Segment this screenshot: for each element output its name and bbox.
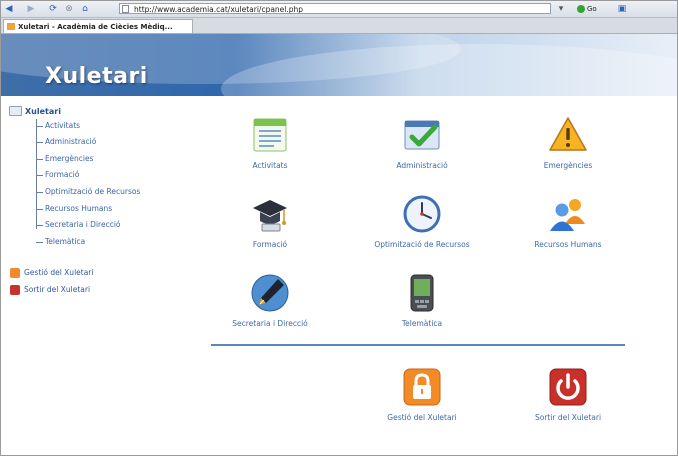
address-bar[interactable]: http://www.academia.cat/xuletari/cpanel.…: [119, 3, 551, 14]
sidebar-item-activitats[interactable]: Activitats: [36, 120, 80, 131]
tab-strip: Xuletari - Acadèmia de Ciècies Mèdiq...: [1, 18, 677, 34]
exit-button[interactable]: Sortir del Xuletari: [503, 367, 633, 422]
grid-label: Emergències: [543, 161, 593, 170]
sidebar-exit-link[interactable]: Sortir del Xuletari: [10, 283, 90, 297]
grid-label: Optimització de Recursos: [374, 240, 470, 249]
sidebar-item-recursos-humans[interactable]: Recursos Humans: [36, 203, 112, 214]
sidebar-item-emergencies[interactable]: Emergències: [36, 153, 93, 164]
page-icon: [122, 5, 129, 13]
site-title: Xuletari: [45, 64, 148, 89]
grid-label: Telemàtica: [401, 319, 443, 328]
users-group-icon: [548, 194, 588, 234]
padlock-icon: [402, 367, 442, 407]
tab-title: Xuletari - Acadèmia de Ciècies Mèdiq...: [18, 23, 173, 31]
sidebar-item-formacio[interactable]: Formació: [36, 169, 79, 180]
browser-window: ◀ ▶ ⟳ ⊗ ⌂ http://www.academia.cat/xuleta…: [0, 0, 678, 456]
padlock-icon: [10, 268, 20, 278]
browser-tab[interactable]: Xuletari - Acadèmia de Ciècies Mèdiq...: [3, 19, 193, 33]
grid-item-secretaria[interactable]: Secretaria i Direcció: [205, 273, 335, 328]
grid-item-optimitzacio[interactable]: Optimització de Recursos: [357, 194, 487, 249]
favicon-icon: [7, 23, 15, 30]
grid-item-administracio[interactable]: Administració: [357, 115, 487, 170]
grid-label: Formació: [252, 240, 288, 249]
power-icon: [548, 367, 588, 407]
sidebar-item-administracio[interactable]: Administració: [36, 136, 96, 147]
grid-label: Activitats: [252, 161, 288, 170]
browser-toolbar: ◀ ▶ ⟳ ⊗ ⌂ http://www.academia.cat/xuleta…: [1, 1, 677, 18]
sidebar-exit-label: Sortir del Xuletari: [24, 285, 91, 294]
sidebar-item-telematica[interactable]: Telemàtica: [36, 236, 85, 247]
grid-item-telematica[interactable]: Telemàtica: [357, 273, 487, 328]
dropdown-arrow-icon[interactable]: ▾: [555, 3, 567, 15]
back-icon[interactable]: ◀: [3, 3, 15, 15]
go-button[interactable]: Go: [577, 3, 603, 15]
sidebar-item-secretaria[interactable]: Secretaria i Direcció: [36, 219, 121, 230]
graduation-hat-icon: [250, 194, 290, 234]
power-icon: [10, 285, 20, 295]
grid-item-emergencies[interactable]: Emergències: [503, 115, 633, 170]
forward-icon[interactable]: ▶: [25, 3, 37, 15]
exit-label: Sortir del Xuletari: [534, 413, 602, 422]
section-divider: [211, 344, 625, 346]
header-banner: Xuletari: [1, 34, 677, 96]
grid-item-activitats[interactable]: Activitats: [205, 115, 335, 170]
search-engine-icon[interactable]: ▣: [615, 3, 629, 15]
fountain-pen-icon: [250, 273, 290, 313]
sidebar-manage-label: Gestió del Xuletari: [24, 268, 94, 277]
tree-root[interactable]: Xuletari: [9, 105, 61, 119]
address-text: http://www.academia.cat/xuletari/cpanel.…: [134, 5, 304, 14]
clock-icon: [402, 194, 442, 234]
grid-label: Administració: [396, 161, 448, 170]
sidebar-item-optimitzacio[interactable]: Optimització de Recursos: [36, 186, 140, 197]
pda-device-icon: [402, 273, 442, 313]
grid-item-recursos-humans[interactable]: Recursos Humans: [503, 194, 633, 249]
folder-icon: [9, 106, 22, 116]
checkmark-window-icon: [402, 115, 442, 155]
manage-button[interactable]: Gestió del Xuletari: [357, 367, 487, 422]
tree-root-label: Xuletari: [25, 107, 61, 116]
document-list-icon: [250, 115, 290, 155]
grid-label: Secretaria i Direcció: [232, 319, 308, 328]
reload-icon[interactable]: ⟳: [47, 3, 59, 15]
manage-label: Gestió del Xuletari: [387, 413, 457, 422]
go-icon: [577, 5, 585, 13]
sidebar-manage-link[interactable]: Gestió del Xuletari: [10, 266, 93, 280]
grid-label: Recursos Humans: [534, 240, 602, 249]
home-icon[interactable]: ⌂: [79, 3, 91, 15]
go-label: Go: [587, 5, 597, 13]
grid-item-formacio[interactable]: Formació: [205, 194, 335, 249]
stop-icon[interactable]: ⊗: [63, 3, 75, 15]
warning-triangle-icon: [548, 115, 588, 155]
